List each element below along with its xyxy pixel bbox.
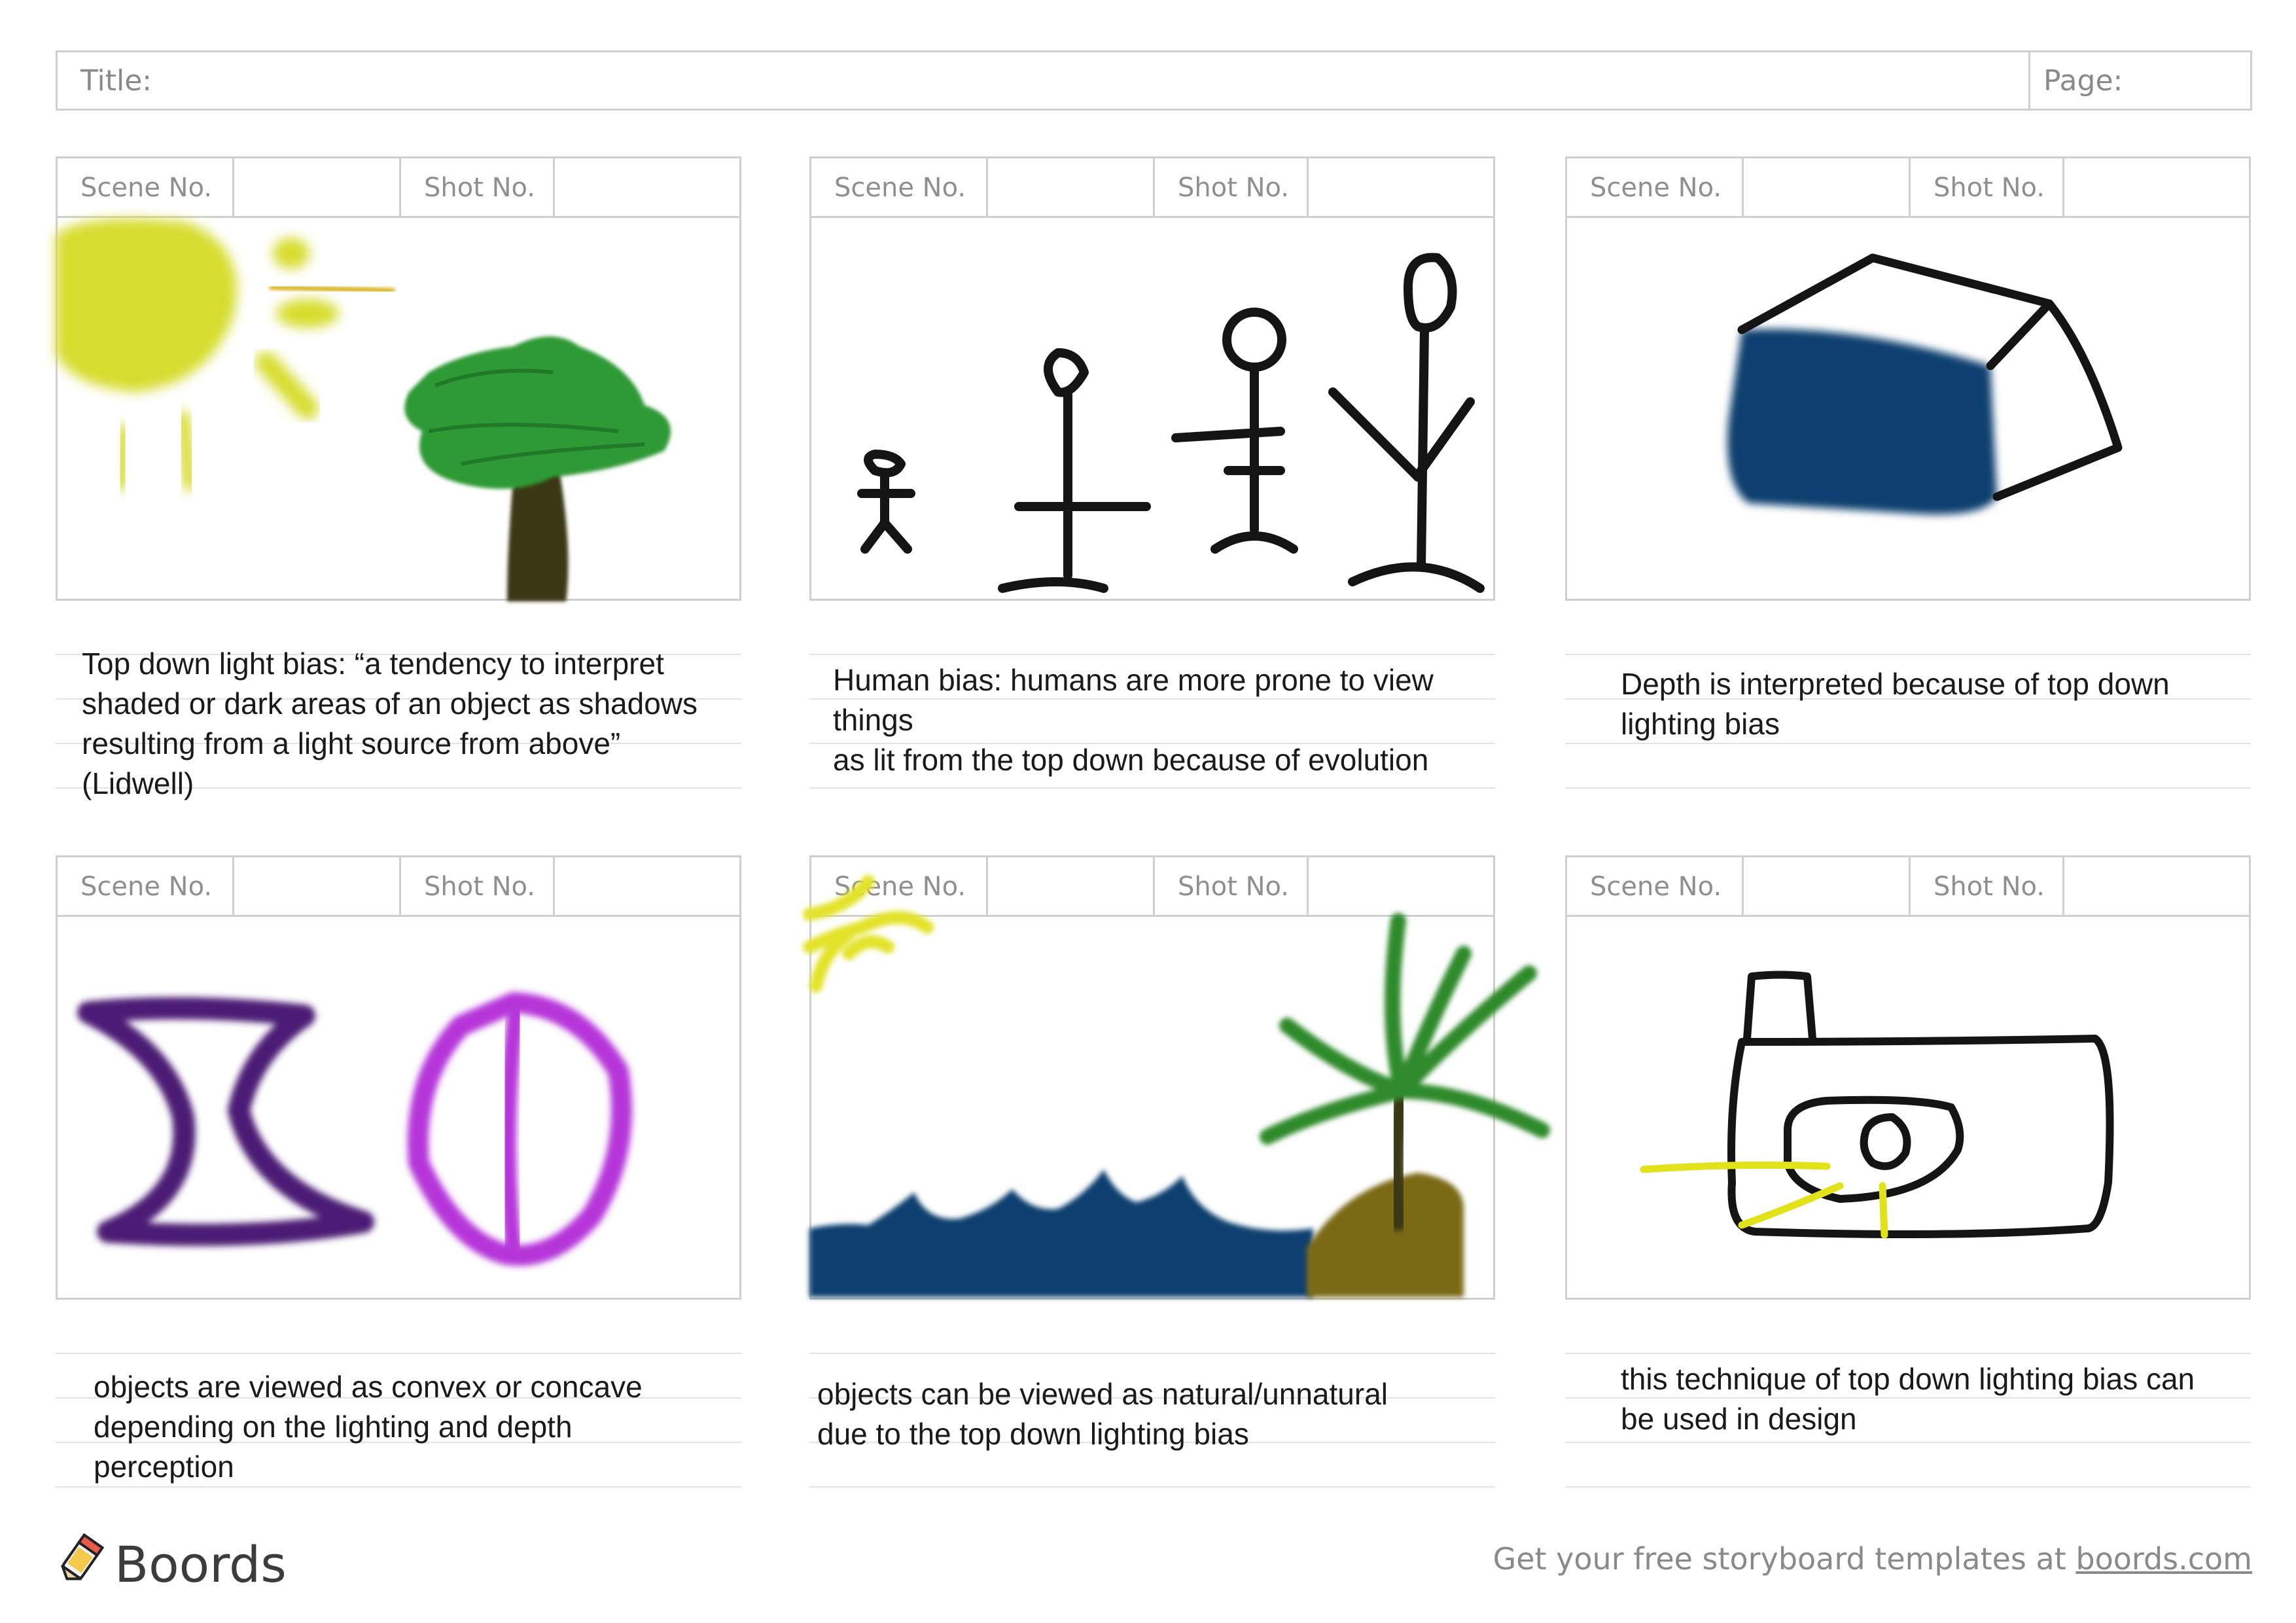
panel-drawing xyxy=(1640,971,2114,1239)
panel-caption: Human bias: humans are more prone to vie… xyxy=(833,663,1434,777)
hourglass-icon xyxy=(77,997,374,1246)
panel-caption: objects are viewed as convex or concave … xyxy=(94,1370,643,1484)
tree-icon xyxy=(404,336,671,601)
sun-icon xyxy=(56,219,395,491)
footer-promo: Get your free storyboard templates at bo… xyxy=(1493,1541,2252,1577)
storyboard-page: Title: Page: Scene No. Shot No. Top down… xyxy=(0,0,2296,1623)
panel-drawing xyxy=(77,991,632,1266)
panel-caption: Depth is interpreted because of top down… xyxy=(1621,667,2170,741)
promo-link[interactable]: boords.com xyxy=(2075,1541,2252,1577)
title-divider xyxy=(2028,52,2030,109)
title-label: Title: xyxy=(80,64,152,98)
panel-caption: this technique of top down lighting bias… xyxy=(1621,1362,2195,1436)
promo-text: Get your free storyboard templates at xyxy=(1492,1541,2076,1577)
panel-drawing xyxy=(1727,253,2123,515)
page-label: Page: xyxy=(2043,64,2123,98)
sun-icon xyxy=(803,875,934,993)
cube-icon xyxy=(1727,253,2123,515)
camera-icon xyxy=(1727,971,2114,1238)
panel-drawing xyxy=(803,875,1550,1297)
stick-figures-icon xyxy=(857,253,1485,593)
waves-icon xyxy=(809,1169,1313,1297)
split-circle-icon xyxy=(407,991,632,1266)
panel-drawing xyxy=(56,219,671,601)
panel-drawing xyxy=(857,253,1485,593)
panel-caption: Top down light bias: “a tendency to inte… xyxy=(82,647,698,800)
brand-name: Boords xyxy=(115,1535,287,1594)
panel-caption: objects can be viewed as natural/unnatur… xyxy=(817,1377,1388,1451)
pencil-logo-icon xyxy=(61,1533,105,1580)
title-bar: Title: Page: xyxy=(56,50,2252,111)
